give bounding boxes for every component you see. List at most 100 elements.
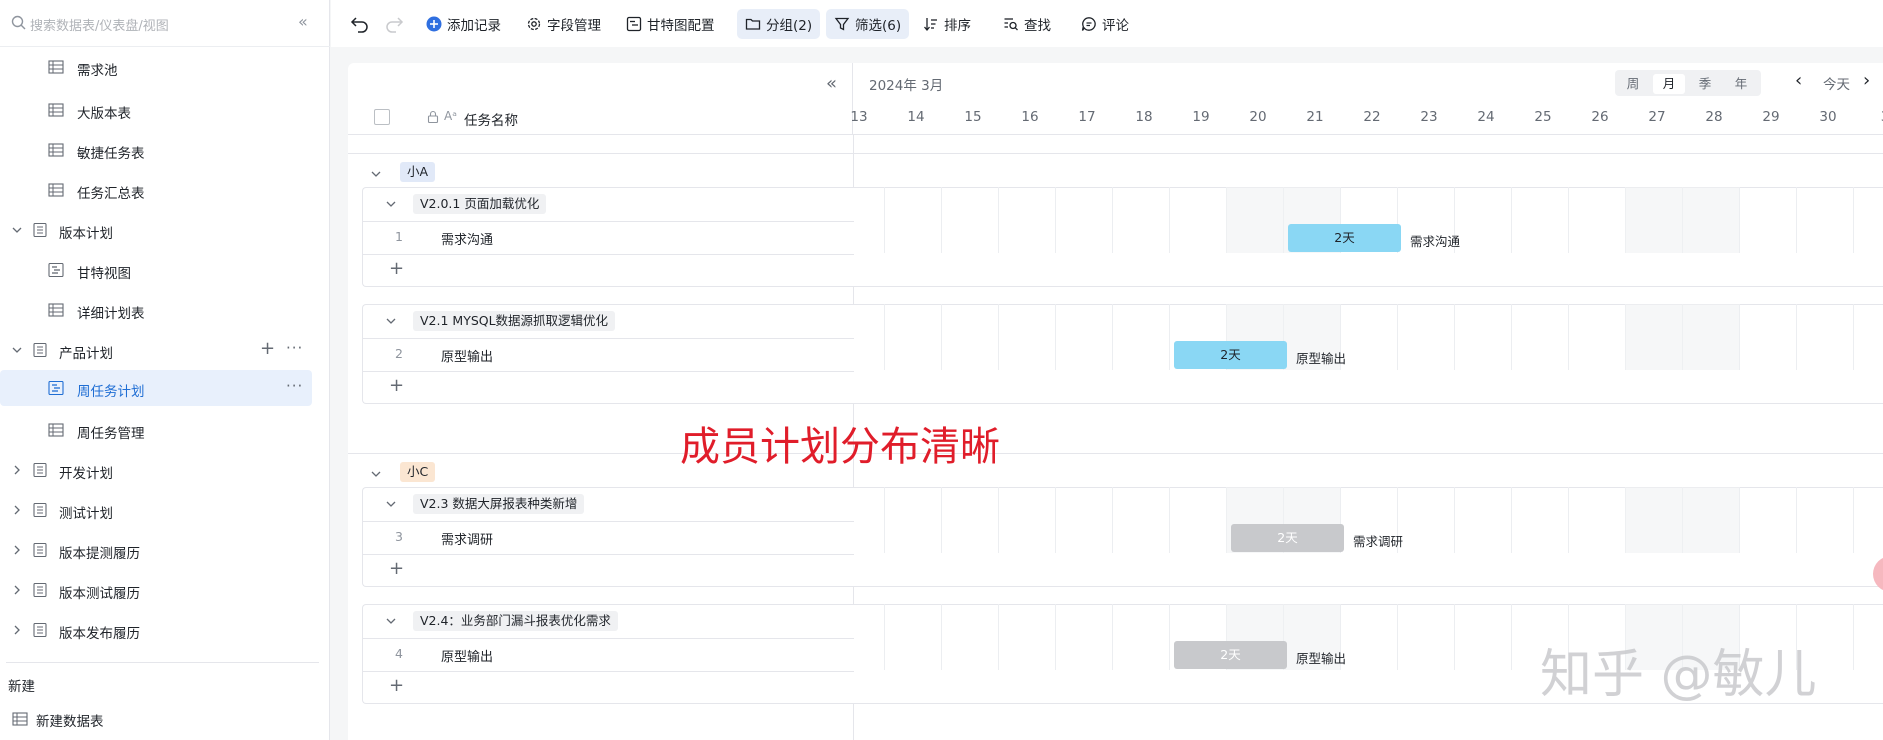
scale-month[interactable]: 月 xyxy=(1653,74,1685,94)
task-bar[interactable]: 2天 xyxy=(1174,341,1287,369)
day-cell[interactable] xyxy=(1454,604,1455,670)
find-button[interactable]: 查找 xyxy=(995,9,1059,39)
more-icon[interactable]: ··· xyxy=(286,377,303,395)
day-cell[interactable] xyxy=(998,304,999,370)
chevron-right-icon[interactable] xyxy=(10,463,24,477)
day-cell[interactable] xyxy=(884,304,885,370)
add-row-icon[interactable]: + xyxy=(389,558,404,579)
day-cell[interactable] xyxy=(1739,187,1740,253)
task-name-cell[interactable]: 需求调研 xyxy=(441,529,493,548)
day-cell[interactable] xyxy=(941,604,942,670)
day-cell[interactable] xyxy=(1796,187,1797,253)
task-name-header[interactable]: 任务名称 xyxy=(464,109,518,129)
add-row-icon[interactable]: + xyxy=(389,375,404,396)
day-cell[interactable] xyxy=(1853,604,1854,670)
select-all-checkbox[interactable] xyxy=(374,109,390,125)
add-row-icon[interactable]: + xyxy=(389,258,404,279)
day-cell[interactable] xyxy=(884,604,885,670)
day-cell[interactable] xyxy=(1112,604,1113,670)
sidebar-item-测试计划[interactable]: 测试计划 xyxy=(0,492,312,528)
chevron-right-icon[interactable] xyxy=(10,583,24,597)
day-cell[interactable] xyxy=(1739,487,1740,553)
group-button[interactable]: 分组(2) xyxy=(737,9,821,39)
sidebar-item-需求池[interactable]: 需求池 xyxy=(0,49,312,85)
day-cell[interactable] xyxy=(1739,304,1740,370)
collapse-grid-icon[interactable]: « xyxy=(826,73,837,94)
day-cell[interactable] xyxy=(1112,304,1113,370)
day-cell[interactable] xyxy=(1568,487,1569,553)
chevron-down-icon[interactable] xyxy=(385,198,397,210)
sidebar-item-开发计划[interactable]: 开发计划 xyxy=(0,452,312,488)
day-cell[interactable] xyxy=(941,487,942,553)
task-bar[interactable]: 2天 xyxy=(1231,524,1344,552)
sidebar-item-周任务计划[interactable]: 周任务计划 ··· xyxy=(0,370,312,406)
gantt-config-button[interactable]: 甘特图配置 xyxy=(618,9,723,39)
more-icon[interactable]: ··· xyxy=(286,339,303,357)
day-cell[interactable] xyxy=(941,187,942,253)
scale-quarter[interactable]: 季 xyxy=(1689,74,1721,94)
day-cell[interactable] xyxy=(998,187,999,253)
chevron-down-icon[interactable] xyxy=(370,468,382,480)
sort-button[interactable]: 排序 xyxy=(915,9,979,39)
day-cell[interactable] xyxy=(1055,604,1056,670)
add-row-icon[interactable]: + xyxy=(389,675,404,696)
undo-icon[interactable] xyxy=(349,12,371,34)
chevron-right-icon[interactable] xyxy=(10,543,24,557)
chevron-down-icon[interactable] xyxy=(10,343,24,357)
day-cell[interactable] xyxy=(1397,604,1398,670)
chevron-down-icon[interactable] xyxy=(385,315,397,327)
day-cell[interactable] xyxy=(1055,187,1056,253)
sidebar-item-详细计划表[interactable]: 详细计划表 xyxy=(0,292,312,328)
sidebar-item-产品计划[interactable]: 产品计划 + ··· xyxy=(0,332,312,368)
sidebar-item-周任务管理[interactable]: 周任务管理 xyxy=(0,412,312,448)
chevron-right-icon[interactable] xyxy=(10,623,24,637)
day-cell[interactable] xyxy=(1511,187,1512,253)
task-name-cell[interactable]: 需求沟通 xyxy=(441,229,493,248)
day-cell[interactable] xyxy=(998,487,999,553)
day-cell[interactable] xyxy=(1853,187,1854,253)
chevron-right-icon[interactable]: › xyxy=(1863,70,1870,91)
sidebar-item-敏捷任务表[interactable]: 敏捷任务表 xyxy=(0,132,312,168)
task-name-cell[interactable]: 原型输出 xyxy=(441,646,493,665)
day-cell[interactable] xyxy=(1454,304,1455,370)
day-cell[interactable] xyxy=(1454,487,1455,553)
day-cell[interactable] xyxy=(1568,187,1569,253)
chevron-down-icon[interactable] xyxy=(10,223,24,237)
day-cell[interactable] xyxy=(1853,304,1854,370)
day-cell[interactable] xyxy=(1169,304,1170,370)
chevron-down-icon[interactable] xyxy=(385,615,397,627)
filter-button[interactable]: 筛选(6) xyxy=(826,9,910,39)
chevron-left-icon[interactable]: ‹ xyxy=(1795,70,1802,91)
day-cell[interactable] xyxy=(1112,487,1113,553)
comment-button[interactable]: 评论 xyxy=(1073,9,1137,39)
sidebar-item-甘特视图[interactable]: 甘特视图 xyxy=(0,252,312,288)
add-icon[interactable]: + xyxy=(260,338,275,359)
day-cell[interactable] xyxy=(1796,304,1797,370)
add-record-button[interactable]: 添加记录 xyxy=(418,9,509,39)
sidebar-item-版本发布履历[interactable]: 版本发布履历 xyxy=(0,612,312,648)
day-cell[interactable] xyxy=(884,187,885,253)
task-bar[interactable]: 2天 xyxy=(1288,224,1401,252)
sidebar-search[interactable]: 搜索数据表/仪表盘/视图 « xyxy=(0,0,330,47)
day-cell[interactable] xyxy=(1853,487,1854,553)
day-cell[interactable] xyxy=(1055,304,1056,370)
today-button[interactable]: 今天 xyxy=(1823,73,1850,93)
task-bar[interactable]: 2天 xyxy=(1174,641,1287,669)
field-management-button[interactable]: 字段管理 xyxy=(518,9,609,39)
sidebar-item-大版本表[interactable]: 大版本表 xyxy=(0,92,312,128)
day-cell[interactable] xyxy=(998,604,999,670)
scale-week[interactable]: 周 xyxy=(1617,74,1649,94)
sidebar-item-版本测试履历[interactable]: 版本测试履历 xyxy=(0,572,312,608)
chevron-down-icon[interactable] xyxy=(370,168,382,180)
day-cell[interactable] xyxy=(1169,487,1170,553)
day-cell[interactable] xyxy=(1511,304,1512,370)
day-cell[interactable] xyxy=(884,487,885,553)
sidebar-item-任务汇总表[interactable]: 任务汇总表 xyxy=(0,172,312,208)
day-cell[interactable] xyxy=(1511,604,1512,670)
day-cell[interactable] xyxy=(1055,487,1056,553)
day-cell[interactable] xyxy=(1397,304,1398,370)
sidebar-item-版本提测履历[interactable]: 版本提测履历 xyxy=(0,532,312,568)
sidebar-item-版本计划[interactable]: 版本计划 xyxy=(0,212,312,248)
day-cell[interactable] xyxy=(1112,187,1113,253)
day-cell[interactable] xyxy=(1169,604,1170,670)
